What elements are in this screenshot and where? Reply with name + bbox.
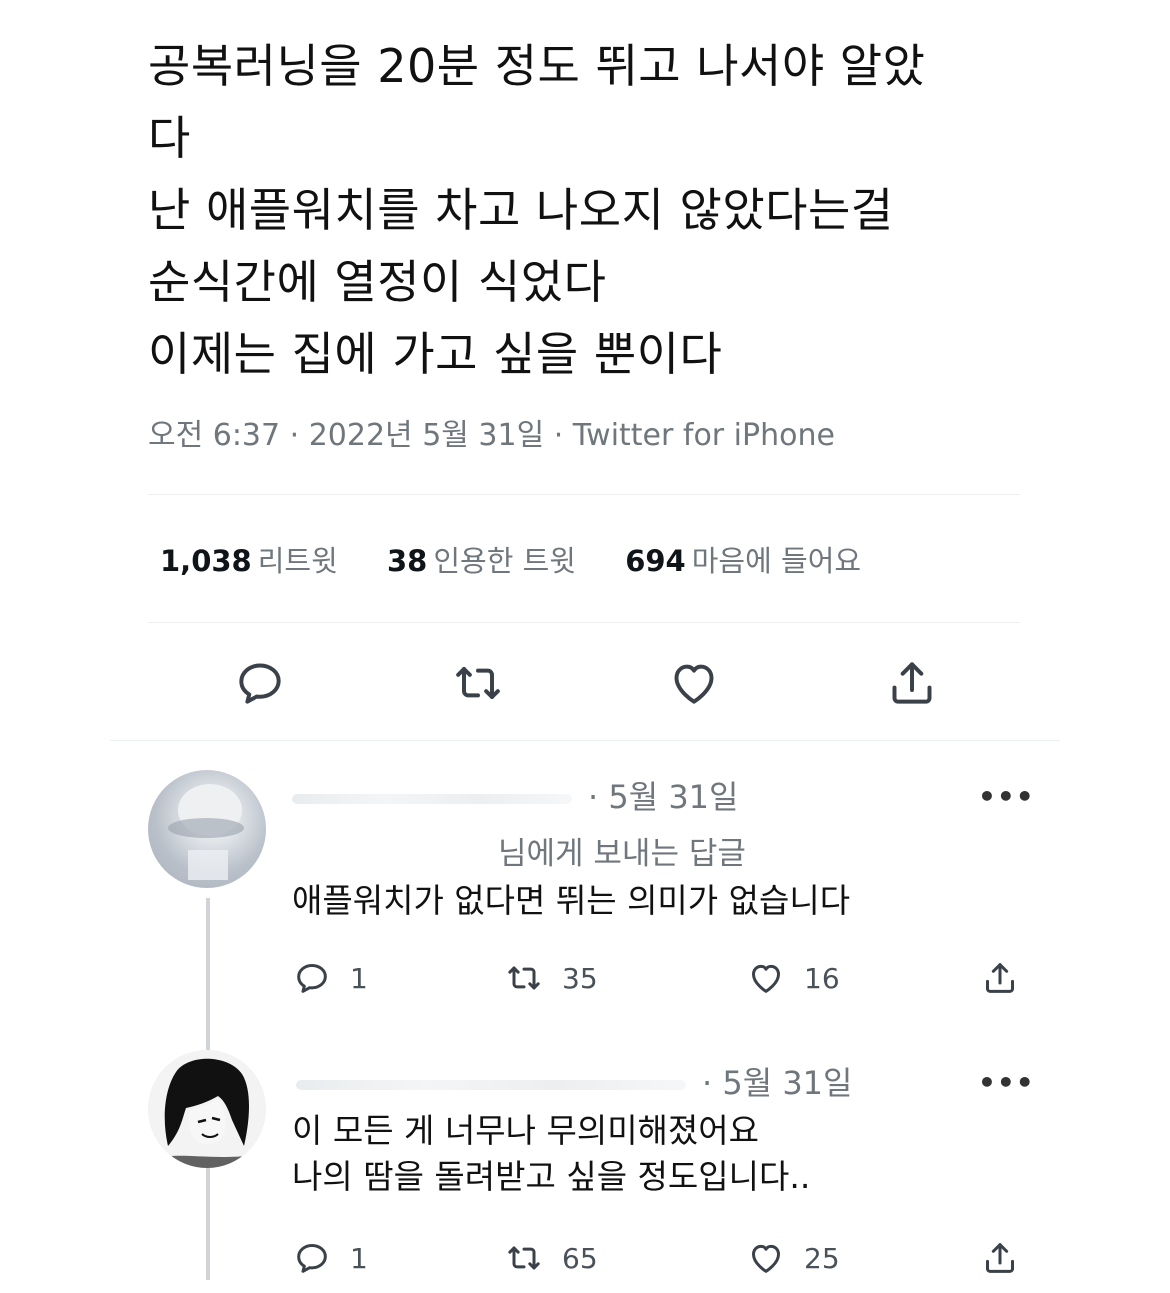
reply-icon [297, 964, 327, 993]
reply-icon [297, 1244, 327, 1273]
tweet-stats: 1,038 리트윗 38 인용한 트윗 694 마음에 들어요 [160, 538, 901, 580]
reply-count: 1 [350, 961, 368, 995]
reply-text: 애플워치가 없다면 뛰는 의미가 없습니다 [292, 878, 850, 924]
tweet-timestamp[interactable]: 오전 6:37 · 2022년 5월 31일 · Twitter for iPh… [148, 410, 835, 454]
likes-label: 마음에 들어요 [691, 544, 862, 578]
divider [110, 740, 1060, 741]
likes-count: 694 [625, 544, 686, 578]
tweet-action-bar [232, 655, 952, 711]
quotes-stat[interactable]: 38 인용한 트윗 [387, 538, 576, 580]
reply-button[interactable]: 1 [292, 1236, 368, 1280]
reply-text-line: 이 모든 게 너무나 무의미해졌어요 [292, 1111, 759, 1150]
share-button[interactable] [884, 655, 940, 711]
avatar-image [168, 784, 244, 880]
like-count: 25 [804, 1241, 840, 1275]
like-button[interactable]: 16 [746, 956, 840, 1000]
thread-line [206, 1160, 210, 1280]
like-icon [674, 664, 714, 704]
replying-to: 님에게 보내는 답글 [498, 836, 746, 872]
thread-line [206, 898, 210, 1050]
reply-icon [239, 663, 281, 704]
like-button[interactable]: 25 [746, 1236, 840, 1280]
share-button[interactable] [980, 956, 1020, 1000]
avatar[interactable] [148, 770, 266, 888]
retweet-count: 65 [562, 1241, 598, 1275]
tweet-line: 난 애플워치를 차고 나오지 않았다는걸 [148, 183, 894, 237]
reply-text-line: 애플워치가 없다면 뛰는 의미가 없습니다 [292, 881, 851, 920]
share-icon [892, 662, 932, 704]
share-icon [986, 963, 1014, 993]
like-icon [752, 964, 780, 993]
reply-date[interactable]: · 5월 31일 [588, 778, 738, 816]
retweet-icon [456, 667, 500, 699]
reply-date[interactable]: · 5월 31일 [702, 1064, 852, 1102]
quotes-count: 38 [387, 544, 428, 578]
retweet-button[interactable]: 35 [504, 956, 598, 1000]
share-button[interactable] [980, 1236, 1020, 1280]
divider [148, 622, 1020, 623]
avatar[interactable] [148, 1050, 266, 1168]
more-options-button[interactable]: ••• [978, 780, 1035, 813]
tweet-line: 이제는 집에 가고 싶을 뿐이다 [148, 327, 723, 381]
like-button[interactable] [666, 655, 722, 711]
retweet-count: 35 [562, 961, 598, 995]
like-count: 16 [804, 961, 840, 995]
reply-count: 1 [350, 1241, 368, 1275]
retweet-icon [508, 966, 540, 990]
username-redacted [292, 794, 572, 804]
retweet-icon [508, 1246, 540, 1270]
retweets-count: 1,038 [160, 544, 252, 578]
quotes-label: 인용한 트윗 [433, 544, 576, 578]
tweet-line: 다 [148, 111, 191, 165]
likes-stat[interactable]: 694 마음에 들어요 [625, 538, 861, 580]
more-options-button[interactable]: ••• [978, 1066, 1035, 1099]
retweet-button[interactable]: 65 [504, 1236, 598, 1280]
divider [148, 494, 1020, 495]
reply-text-line: 나의 땀을 돌려받고 싶을 정도입니다.. [292, 1157, 811, 1196]
like-icon [752, 1244, 780, 1273]
tweet-line: 순식간에 열정이 식었다 [148, 255, 607, 309]
share-icon [986, 1243, 1014, 1273]
tweet-line: 공복러닝을 20분 정도 뛰고 나서야 알았 [148, 39, 926, 93]
reply-action-bar: 1 35 16 [292, 956, 1032, 1000]
retweet-button[interactable] [450, 655, 506, 711]
reply-header: · 5월 31일 [292, 772, 738, 818]
retweets-label: 리트윗 [257, 544, 338, 578]
reply-button[interactable]: 1 [292, 956, 368, 1000]
username-redacted [296, 1080, 686, 1090]
retweets-stat[interactable]: 1,038 리트윗 [160, 538, 338, 580]
tweet-text: 공복러닝을 20분 정도 뛰고 나서야 알았 다 난 애플워치를 차고 나오지 … [148, 30, 1048, 390]
reply-header: · 5월 31일 [296, 1058, 852, 1104]
avatar-image [148, 1050, 266, 1168]
reply-button[interactable] [232, 655, 288, 711]
reply-action-bar: 1 65 25 [292, 1236, 1032, 1280]
reply-text: 이 모든 게 너무나 무의미해졌어요 나의 땀을 돌려받고 싶을 정도입니다.. [292, 1108, 810, 1200]
